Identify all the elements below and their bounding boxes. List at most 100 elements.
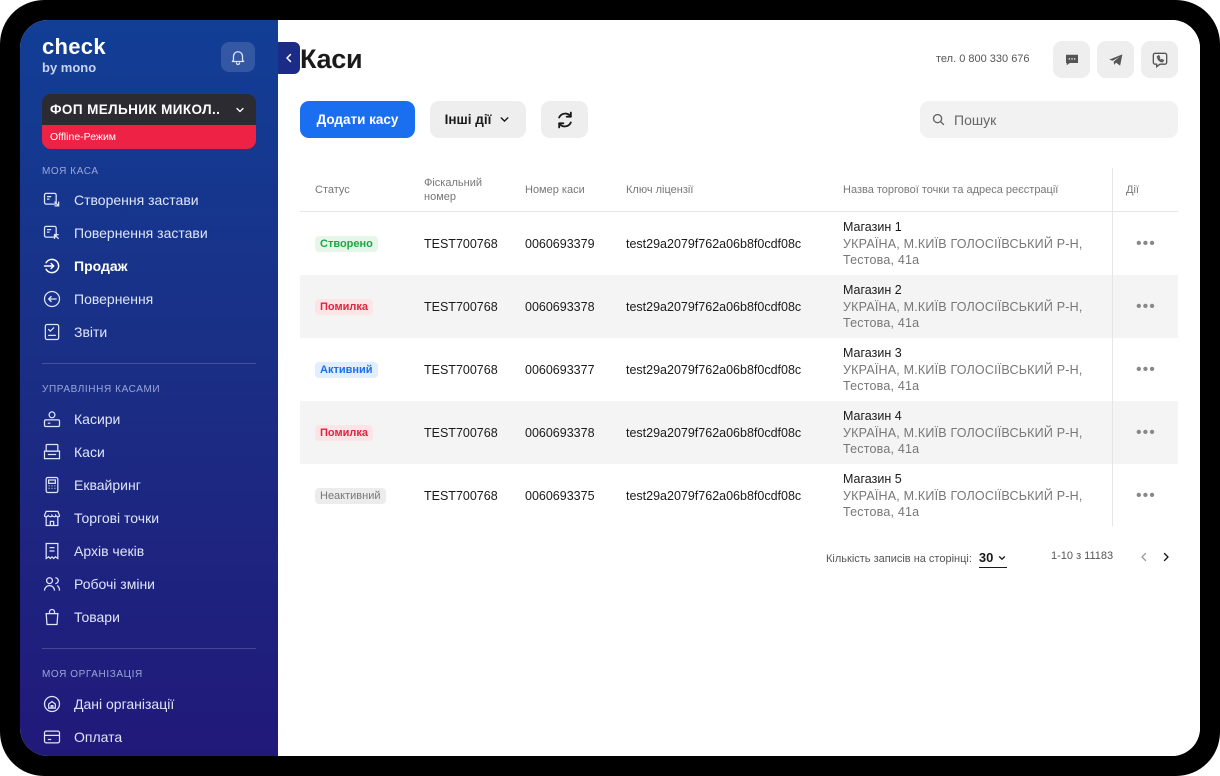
- sidebar-item-acquiring[interactable]: Еквайринг: [42, 473, 141, 497]
- sidebar-item-receipts-archive[interactable]: Архів чеків: [42, 539, 144, 563]
- store-name: Магазин 1: [843, 220, 902, 234]
- deposit-return-icon: [42, 223, 62, 243]
- sidebar-item-label: Повернення: [74, 291, 154, 307]
- table-row[interactable]: Активний TEST700768 0060693377 test29a20…: [300, 338, 1178, 401]
- deposit-create-icon: [42, 190, 62, 210]
- column-header-store[interactable]: Назва торгової точки та адреса реєстраці…: [843, 168, 1058, 212]
- organization-select[interactable]: ФОП МЕЛЬНИК МИКОЛ.. Offline-Режим: [42, 94, 256, 149]
- fiscal-number-cell: TEST700768: [424, 425, 498, 440]
- search-box[interactable]: [920, 101, 1178, 138]
- store-cell: Магазин 4 УКРАЇНА, М.КИЇВ ГОЛОСІЇВСЬКИЙ …: [843, 401, 1093, 464]
- license-key-cell: test29a2079f762a06b8f0cdf08c: [626, 488, 802, 503]
- row-actions-button[interactable]: •••: [1136, 298, 1156, 316]
- per-page-select[interactable]: 30: [978, 550, 1008, 568]
- registers-table: Статус Фіскальний номер Номер каси Ключ …: [300, 168, 1178, 527]
- table-row[interactable]: Помилка TEST700768 0060693378 test29a207…: [300, 275, 1178, 338]
- column-header-status[interactable]: Статус: [315, 168, 350, 212]
- sidebar-item-deposit-create[interactable]: Створення застави: [42, 188, 199, 212]
- sidebar-item-label: Звіти: [74, 324, 108, 340]
- chevron-left-icon: [1141, 552, 1147, 562]
- prev-page-button[interactable]: [1138, 551, 1150, 563]
- brand-logo[interactable]: check by mono: [42, 34, 106, 76]
- collapse-sidebar-button[interactable]: [278, 42, 300, 74]
- column-header-license-key[interactable]: Ключ ліцензії: [626, 168, 693, 212]
- store-address: УКРАЇНА, М.КИЇВ ГОЛОСІЇВСЬКИЙ Р-Н, Тесто…: [843, 237, 1083, 267]
- sidebar-item-label: Касири: [74, 411, 121, 427]
- refresh-button[interactable]: [541, 101, 588, 138]
- license-key-cell: test29a2079f762a06b8f0cdf08c: [626, 236, 802, 251]
- license-key-cell: test29a2079f762a06b8f0cdf08c: [626, 425, 802, 440]
- support-phone: тел. 0 800 330 676: [936, 53, 1030, 65]
- sidebar-item-label: Товари: [74, 609, 120, 625]
- telegram-button[interactable]: [1097, 41, 1134, 78]
- add-register-button[interactable]: Додати касу: [300, 101, 415, 138]
- register-number-cell: 0060693377: [525, 362, 595, 377]
- table-row[interactable]: Неактивний TEST700768 0060693375 test29a…: [300, 464, 1178, 527]
- sidebar-divider: [42, 363, 256, 364]
- sidebar-item-reports[interactable]: Звіти: [42, 320, 107, 344]
- registers-icon: [42, 442, 62, 462]
- main-content: Каси тел. 0 800 330 676 Додати касу Інші…: [278, 20, 1200, 756]
- next-page-button[interactable]: [1160, 551, 1172, 563]
- store-name: Магазин 5: [843, 472, 902, 486]
- store-address: УКРАЇНА, М.КИЇВ ГОЛОСІЇВСЬКИЙ Р-Н, Тесто…: [843, 489, 1083, 519]
- sidebar-divider: [42, 648, 256, 649]
- organization-name: ФОП МЕЛЬНИК МИКОЛ..: [50, 102, 221, 117]
- sale-icon: [42, 256, 62, 276]
- chat-icon: [1065, 54, 1078, 65]
- chat-button[interactable]: [1053, 41, 1090, 78]
- cashiers-icon: [42, 409, 62, 429]
- sidebar-item-cashiers[interactable]: Касири: [42, 407, 120, 431]
- table-row[interactable]: Помилка TEST700768 0060693378 test29a207…: [300, 401, 1178, 464]
- sidebar-item-shifts[interactable]: Робочі зміни: [42, 572, 155, 596]
- viber-button[interactable]: [1141, 41, 1178, 78]
- row-actions-button[interactable]: •••: [1136, 424, 1156, 442]
- status-badge: Помилка: [315, 424, 373, 441]
- status-badge: Помилка: [315, 298, 373, 315]
- sidebar-item-registers[interactable]: Каси: [42, 440, 105, 464]
- register-number-cell: 0060693375: [525, 488, 595, 503]
- register-number-cell: 0060693378: [525, 299, 595, 314]
- sidebar-item-products[interactable]: Товари: [42, 605, 120, 629]
- table-row[interactable]: Створено TEST700768 0060693379 test29a20…: [300, 212, 1178, 275]
- sidebar-item-label: Оплата: [74, 729, 123, 745]
- sidebar-item-label: Продаж: [74, 258, 128, 274]
- fiscal-number-cell: TEST700768: [424, 236, 498, 251]
- row-actions-button[interactable]: •••: [1136, 487, 1156, 505]
- sidebar-item-sale[interactable]: Продаж: [42, 254, 128, 278]
- store-icon: [42, 508, 62, 528]
- sidebar-item-stores[interactable]: Торгові точки: [42, 506, 159, 530]
- row-actions-button[interactable]: •••: [1136, 361, 1156, 379]
- status-badge: Створено: [315, 235, 378, 252]
- sidebar-item-label: Архів чеків: [74, 543, 145, 559]
- sidebar-item-organization-data[interactable]: Дані організації: [42, 692, 174, 716]
- notifications-button[interactable]: [221, 42, 255, 72]
- per-page-control: Кількість записів на сторінці: 30: [826, 550, 1008, 568]
- sidebar-item-label: Робочі зміни: [74, 576, 156, 592]
- license-key-cell: test29a2079f762a06b8f0cdf08c: [626, 299, 802, 314]
- receipts-archive-icon: [42, 541, 62, 561]
- license-key-cell: test29a2079f762a06b8f0cdf08c: [626, 362, 802, 377]
- per-page-label: Кількість записів на сторінці:: [826, 553, 972, 565]
- row-actions-button[interactable]: •••: [1136, 235, 1156, 253]
- chevron-right-icon: [1163, 552, 1169, 562]
- search-input[interactable]: [954, 111, 1164, 128]
- return-icon: [42, 289, 62, 309]
- sidebar-item-label: Дані організації: [74, 696, 175, 712]
- acquiring-icon: [42, 475, 62, 495]
- section-title-my-organization: МОЯ ОРГАНІЗАЦІЯ: [42, 669, 143, 680]
- page-title: Каси: [300, 44, 363, 74]
- store-address: УКРАЇНА, М.КИЇВ ГОЛОСІЇВСЬКИЙ Р-Н, Тесто…: [843, 300, 1083, 330]
- column-header-register-number[interactable]: Номер каси: [525, 168, 585, 212]
- payment-card-icon: [42, 727, 62, 747]
- sidebar-item-return[interactable]: Повернення: [42, 287, 153, 311]
- sidebar-item-deposit-return[interactable]: Повернення застави: [42, 221, 208, 245]
- store-cell: Магазин 2 УКРАЇНА, М.КИЇВ ГОЛОСІЇВСЬКИЙ …: [843, 275, 1093, 338]
- store-address: УКРАЇНА, М.КИЇВ ГОЛОСІЇВСЬКИЙ Р-Н, Тесто…: [843, 363, 1083, 393]
- chevron-down-icon: [500, 117, 509, 122]
- per-page-value: 30: [978, 550, 994, 565]
- other-actions-button[interactable]: Інші дії: [430, 101, 526, 138]
- column-header-fiscal-number[interactable]: Фіскальний номер: [424, 168, 504, 212]
- sidebar-item-payment[interactable]: Оплата: [42, 725, 122, 749]
- shifts-icon: [42, 574, 62, 594]
